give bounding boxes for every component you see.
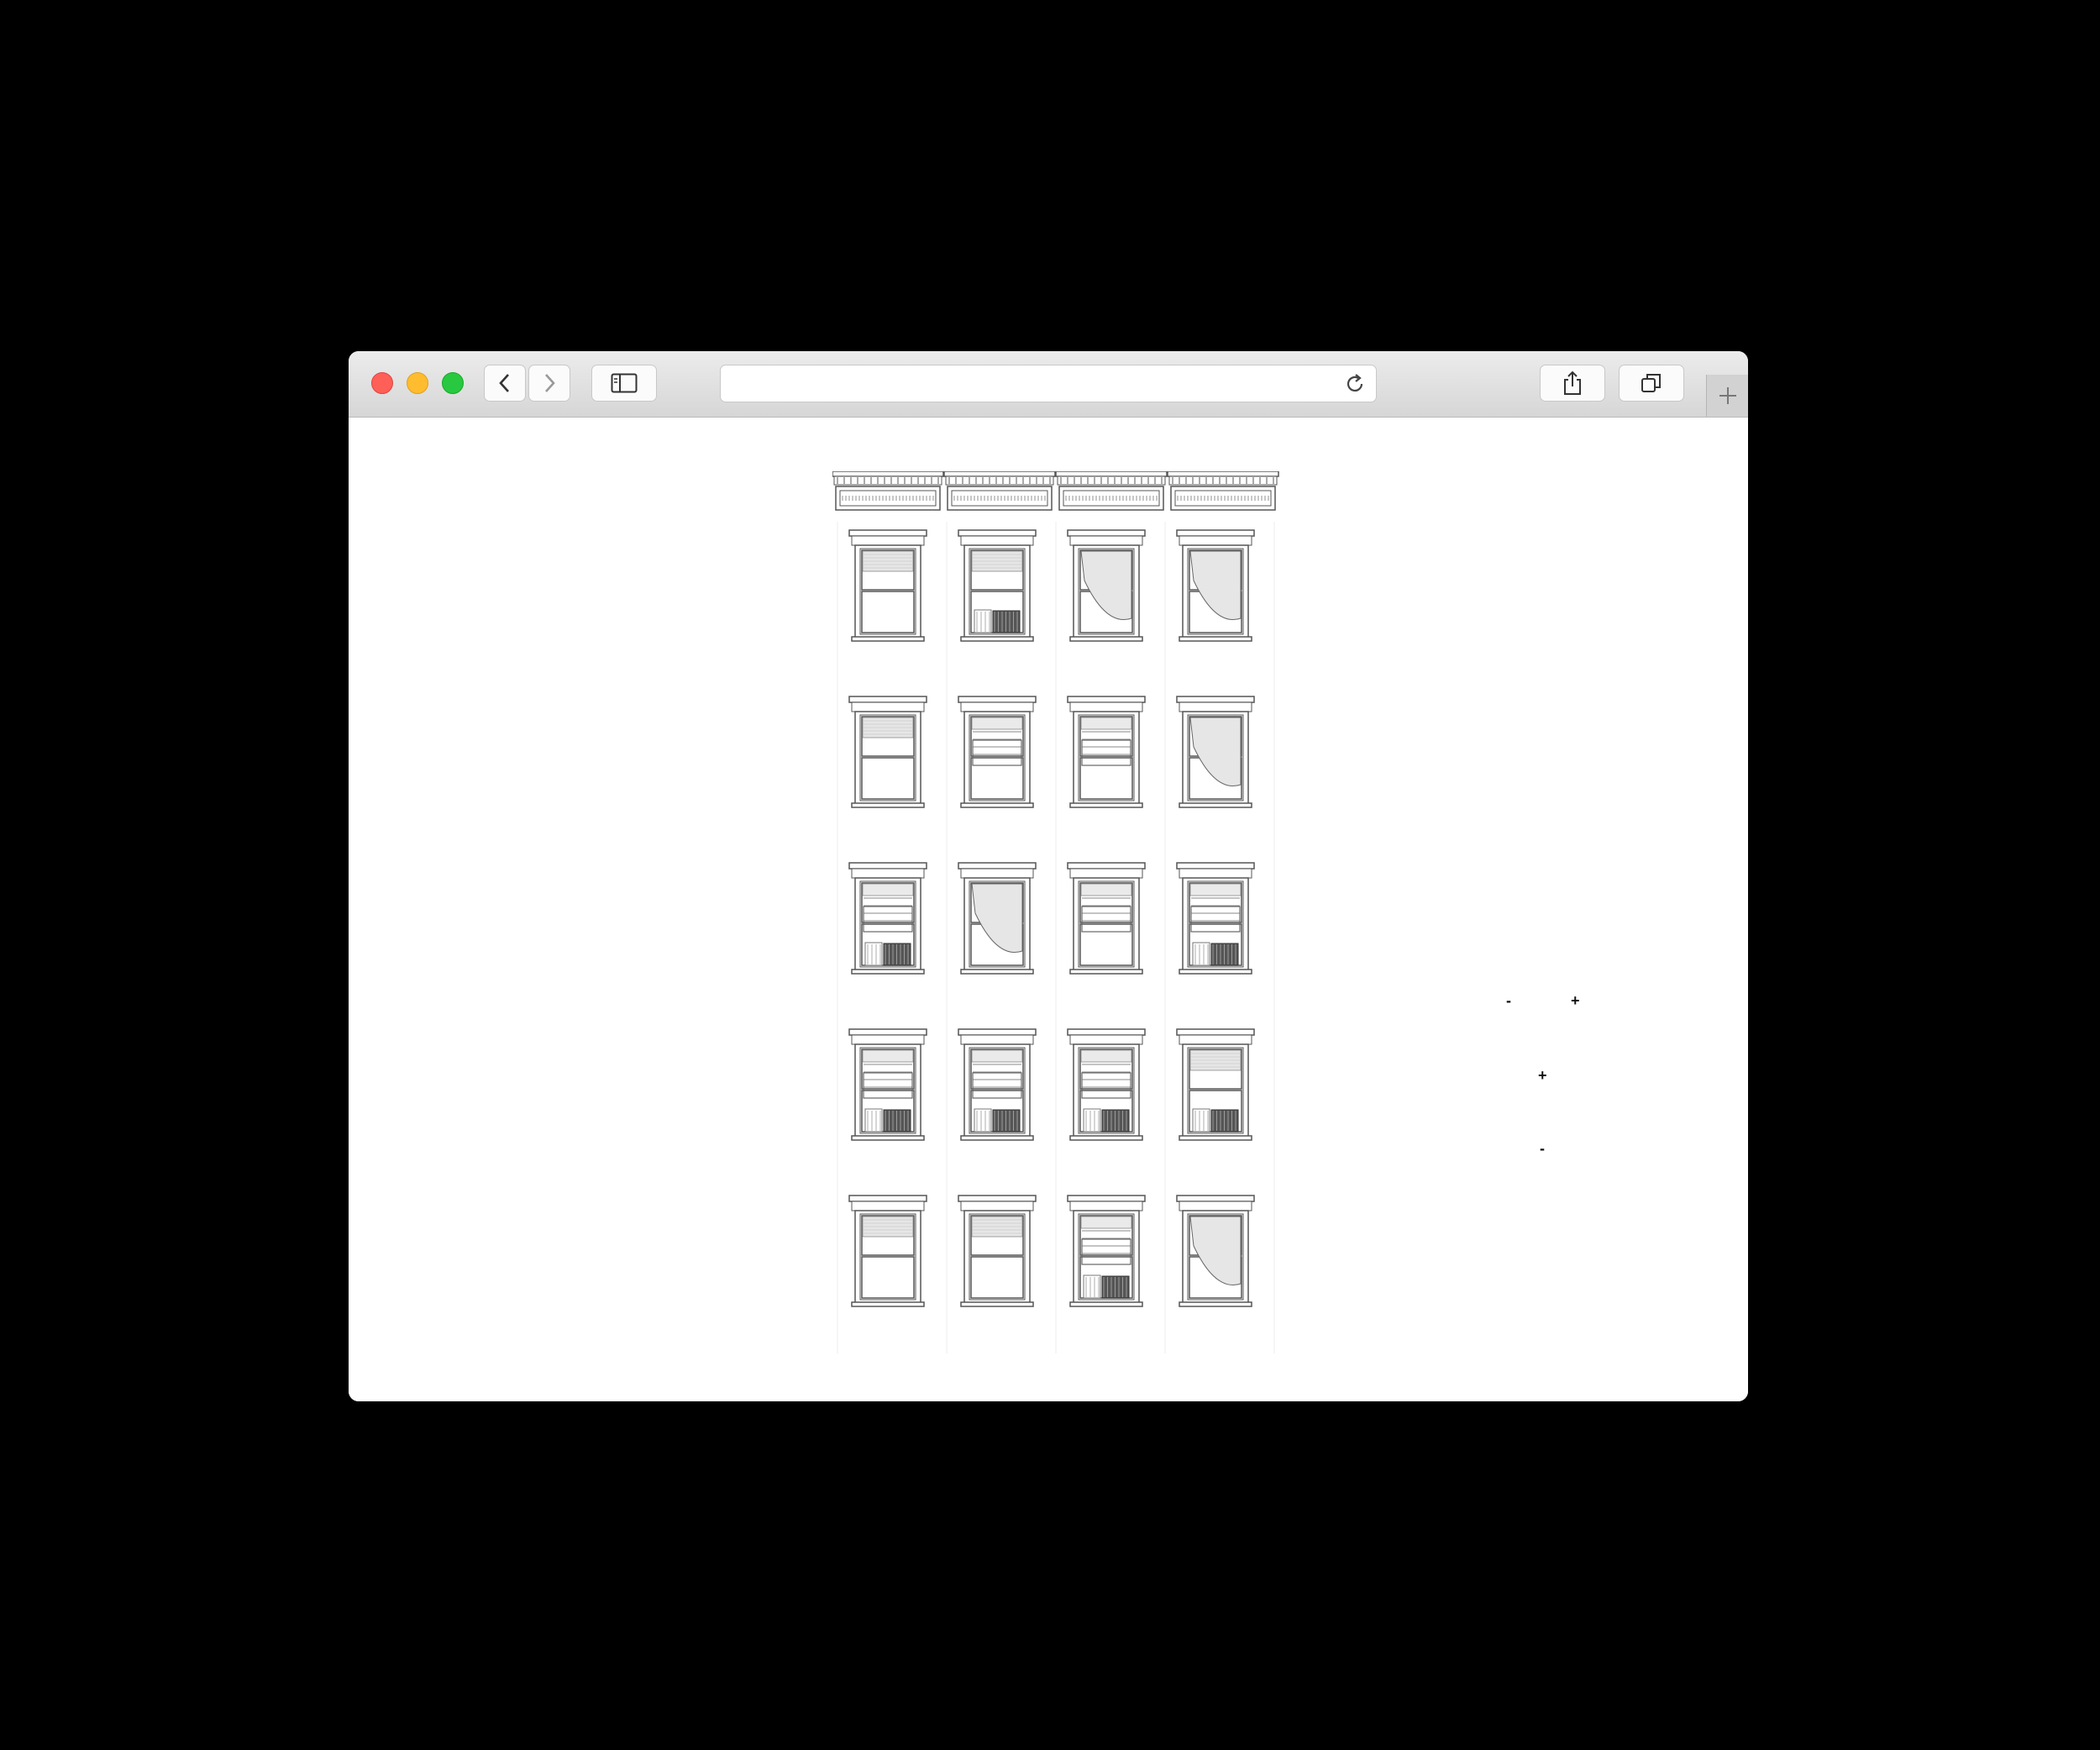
window-floor4-col2	[958, 1028, 1037, 1141]
window-floor4-col3	[1067, 1028, 1146, 1141]
window-floor2-col1	[848, 696, 927, 808]
window-floor5-col2	[958, 1195, 1037, 1307]
browser-window: - + + -	[349, 351, 1748, 1401]
window-floor4-col1	[848, 1028, 927, 1141]
tabs-overview-icon	[1641, 374, 1661, 392]
sidebar-button[interactable]	[591, 365, 657, 402]
floor3-minus-button[interactable]: -	[1540, 1141, 1545, 1156]
maximize-window-button[interactable]	[442, 372, 464, 394]
share-icon	[1564, 370, 1581, 395]
cornice	[832, 471, 1279, 511]
window-floor2-col2	[958, 696, 1037, 808]
window-floor2-col4	[1176, 696, 1255, 808]
window-floor1-col3	[1067, 529, 1146, 642]
building-facade	[832, 471, 1279, 1353]
page-content: - + + -	[349, 418, 1748, 1401]
window-floor1-col2	[958, 529, 1037, 642]
new-tab-button[interactable]	[1706, 375, 1748, 417]
floor2-plus-button[interactable]: +	[1538, 1068, 1547, 1083]
floor1-minus-button[interactable]: -	[1506, 993, 1511, 1008]
window-floor5-col1	[848, 1195, 927, 1307]
address-bar[interactable]	[720, 365, 1377, 402]
window-floor1-col1	[848, 529, 927, 642]
share-button[interactable]	[1540, 365, 1605, 402]
window-floor3-col4	[1176, 862, 1255, 975]
close-window-button[interactable]	[371, 372, 393, 394]
back-button[interactable]	[484, 365, 526, 402]
floor1-plus-button[interactable]: +	[1571, 993, 1580, 1008]
window-floor5-col3	[1067, 1195, 1146, 1307]
forward-button[interactable]	[528, 365, 570, 402]
window-floor3-col2	[958, 862, 1037, 975]
plus-icon	[1719, 387, 1736, 404]
window-floor3-col1	[848, 862, 927, 975]
sidebar-icon	[611, 373, 638, 393]
forward-chevron-icon	[545, 374, 555, 392]
back-chevron-icon	[499, 374, 509, 392]
window-floor1-col4	[1176, 529, 1255, 642]
tabs-overview-button[interactable]	[1619, 365, 1684, 402]
window-floor3-col3	[1067, 862, 1146, 975]
window-floor2-col3	[1067, 696, 1146, 808]
window-floor4-col4	[1176, 1028, 1255, 1141]
browser-toolbar	[349, 351, 1748, 418]
reload-icon[interactable]	[1344, 373, 1366, 395]
window-floor5-col4	[1176, 1195, 1255, 1307]
minimize-window-button[interactable]	[407, 372, 428, 394]
